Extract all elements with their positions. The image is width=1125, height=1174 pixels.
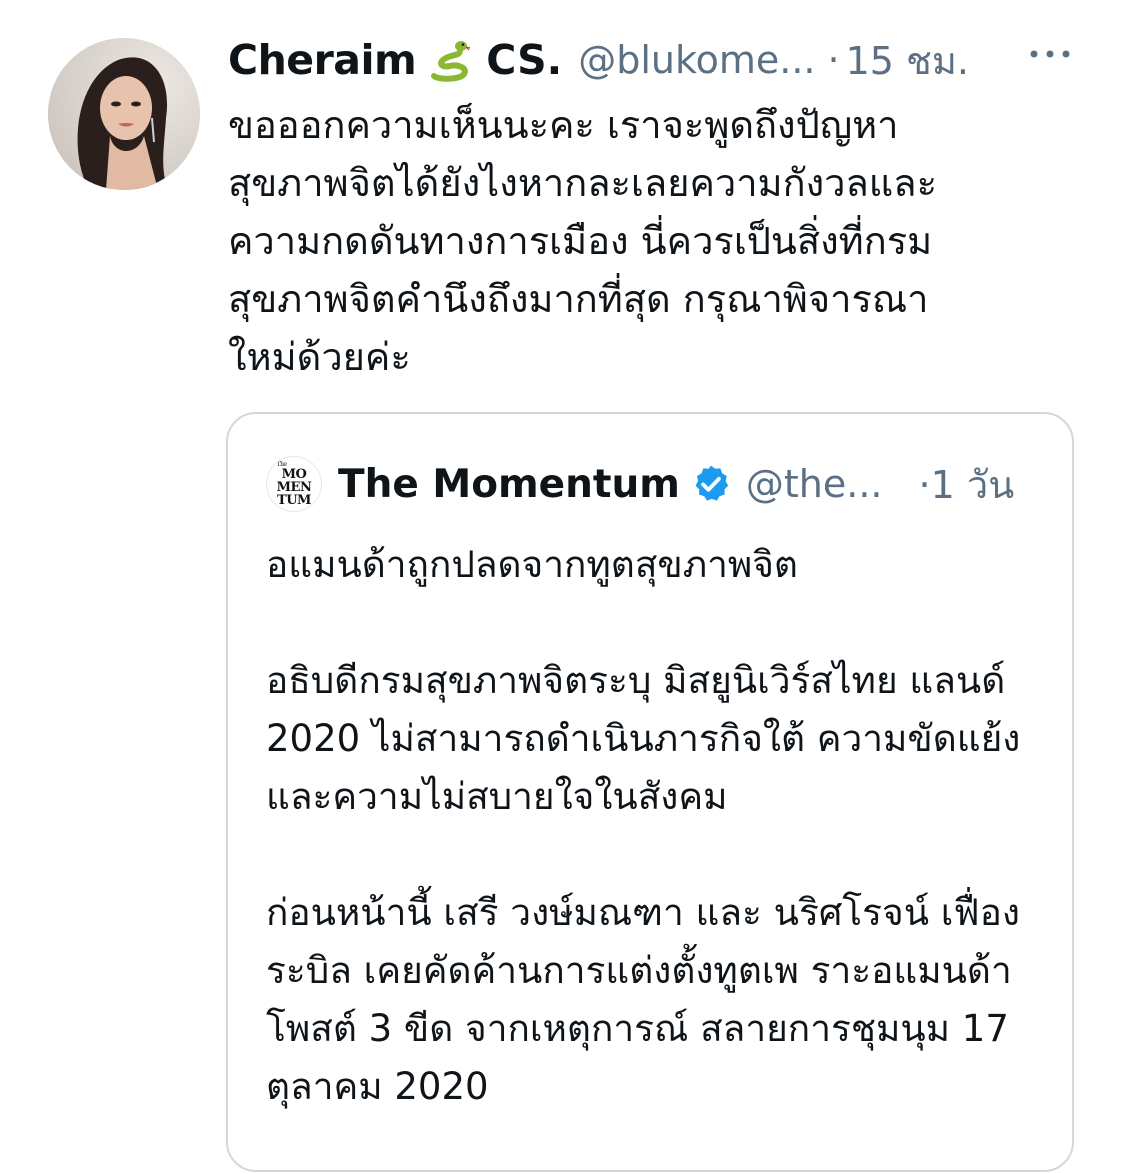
user-handle[interactable]: @blukome... <box>578 38 815 82</box>
tweet-timestamp[interactable]: 15 ชม. <box>846 30 969 91</box>
quoted-paragraph: อแมนด้าถูกปลดจากทูตสุขภาพจิต <box>266 543 798 586</box>
tweet-header: Cheraim CS. @blukome... · 15 ชม. <box>228 32 1088 88</box>
logo-line: TUM <box>277 492 311 508</box>
logo-line: MEN <box>276 479 312 495</box>
quoted-tweet-header: The Momentum @the... ·1 วัน <box>338 454 1058 514</box>
quoted-tweet-timestamp: 1 วัน <box>930 462 1015 507</box>
logo-line: MO <box>281 466 307 482</box>
quoted-user-handle[interactable]: @the... <box>746 462 883 506</box>
display-name[interactable]: Cheraim <box>228 36 417 84</box>
quoted-meta-separator: · <box>918 462 931 507</box>
more-options-icon[interactable] <box>1026 44 1074 64</box>
verified-badge-icon <box>690 463 732 505</box>
quoted-tweet-text: อแมนด้าถูกปลดจากทูตสุขภาพจิต อธิบดีกรมสุ… <box>266 536 1056 1174</box>
quoted-meta[interactable]: ·1 วัน <box>919 454 1015 515</box>
quoted-paragraph: ก่อนหน้านี้ เสรี วงษ์มณฑา และ นริศโรจน์ … <box>266 891 1020 1108</box>
display-name-suffix[interactable]: CS. <box>486 36 562 84</box>
snake-emoji-icon <box>428 38 472 82</box>
quoted-paragraph: อธิบดีกรมสุขภาพจิตระบุ มิสยูนิเวิร์สไทย … <box>266 659 1021 818</box>
tweet-text: ขอออกความเห็นนะคะ เราจะพูดถึงปัญหา สุขภา… <box>228 103 937 379</box>
meta-separator: · <box>827 38 840 82</box>
quoted-display-name[interactable]: The Momentum <box>338 462 680 507</box>
quoted-account-avatar[interactable]: The MO MEN TUM <box>266 456 322 512</box>
user-avatar[interactable] <box>48 38 200 190</box>
